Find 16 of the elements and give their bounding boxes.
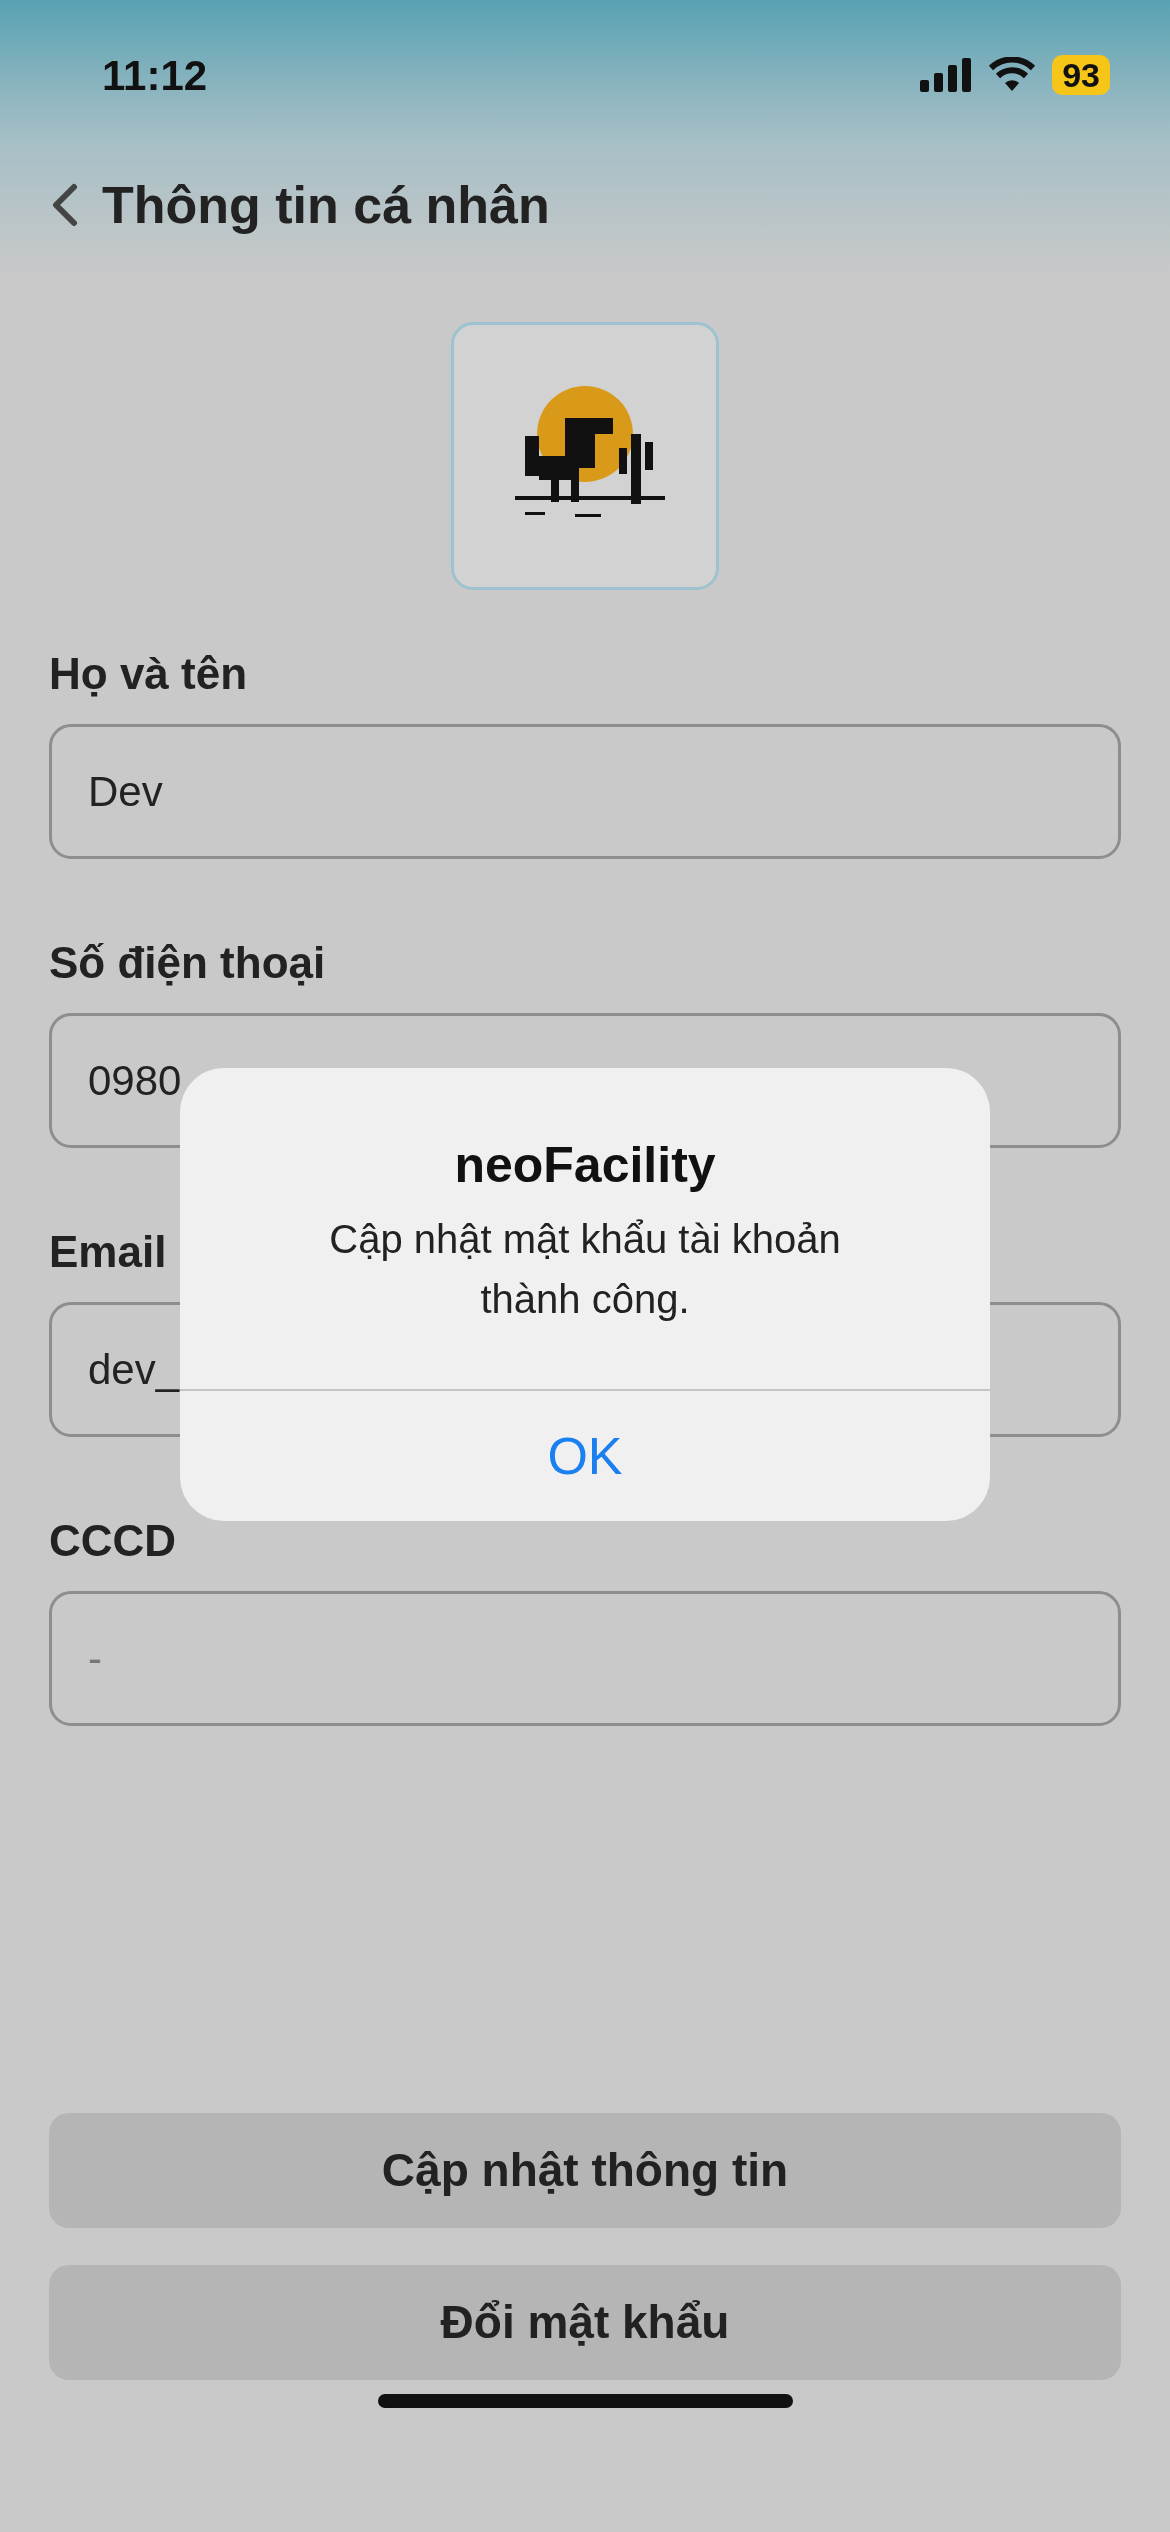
field-label: Họ và tên bbox=[49, 648, 248, 700]
field-label: Email bbox=[49, 1226, 167, 1278]
signal-icon bbox=[920, 58, 973, 92]
battery-indicator: 93 bbox=[1052, 55, 1110, 95]
action-button[interactable]: Cập nhật thông tin bbox=[49, 2113, 1121, 2228]
back-icon[interactable] bbox=[50, 183, 78, 227]
text-field[interactable]: - bbox=[49, 1591, 1121, 1726]
wifi-icon bbox=[988, 57, 1037, 93]
status-time: 11:12 bbox=[102, 50, 208, 101]
field-label: Số điện thoại bbox=[49, 937, 326, 989]
page-title: Thông tin cá nhân bbox=[102, 175, 550, 236]
alert-message: Cập nhật mật khẩu tài khoản thành công. bbox=[328, 1216, 842, 1323]
text-field[interactable]: Dev bbox=[49, 724, 1121, 859]
avatar-frame[interactable] bbox=[451, 322, 719, 590]
action-button[interactable]: Đổi mật khẩu bbox=[49, 2265, 1121, 2380]
field-label: CCCD bbox=[49, 1515, 177, 1567]
